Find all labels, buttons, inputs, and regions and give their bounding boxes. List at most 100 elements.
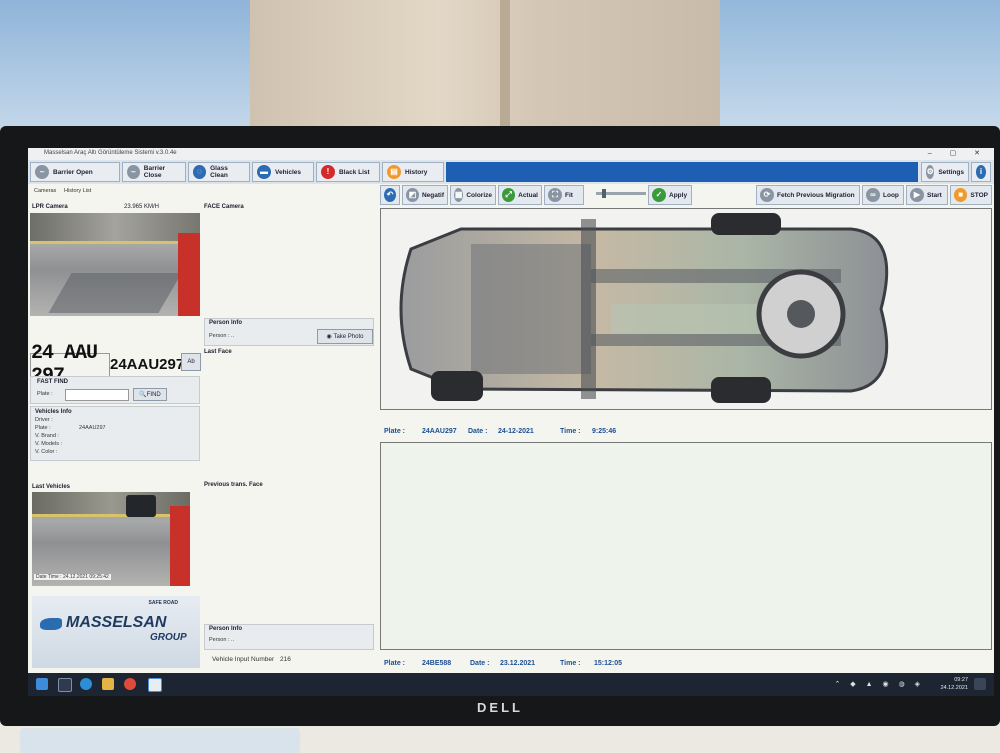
tab-history-list[interactable]: History List — [64, 188, 91, 194]
logo-tagline: SAFE ROAD — [148, 600, 178, 606]
barrier-close-button[interactable]: ⎯ Barrier Close — [122, 162, 186, 182]
file-explorer-icon[interactable] — [102, 678, 114, 690]
stop-label: STOP — [970, 191, 988, 199]
loop-button[interactable]: ∞ Loop — [862, 185, 904, 205]
task-view-icon[interactable] — [58, 678, 72, 692]
history-button[interactable]: ▤ History — [382, 162, 444, 182]
main-toolbar: ⎯ Barrier Open ⎯ Barrier Close ◌ Glass C… — [28, 160, 994, 184]
edge-browser-icon[interactable] — [80, 678, 92, 690]
take-photo-button[interactable]: ◉ Take Photo — [317, 329, 373, 344]
negatif-button[interactable]: ◩ Negatif — [402, 185, 448, 205]
fit-label: Fit — [565, 191, 573, 199]
fast-find-plate-input[interactable] — [65, 389, 129, 401]
plate-crop-image: 24 AAU 297 — [30, 342, 110, 388]
vehicles-button[interactable]: ▬ Vehicles — [252, 162, 314, 182]
barrier-close-label: Barrier Close — [143, 165, 166, 179]
panther-logo-icon — [40, 618, 62, 630]
lpr-camera-feed — [30, 213, 200, 316]
negative-icon: ◩ — [406, 188, 419, 202]
undercarriage-scan-image[interactable] — [380, 208, 992, 410]
info-plate-value: 24AAU297 — [79, 425, 106, 431]
vehicle-info-title: Vehicles Info — [35, 409, 72, 415]
face-camera-title: FACE Camera — [204, 204, 244, 210]
actual-label: Actual — [518, 191, 538, 199]
taskbar-clock[interactable]: 09:27 24.12.2021 — [940, 676, 968, 692]
window-sky-left — [0, 0, 250, 135]
previous-time-value: 15:12:05 — [594, 660, 623, 667]
previous-date-value: 23.12.2021 — [500, 660, 536, 667]
slider-handle[interactable] — [602, 189, 606, 198]
person-info-panel-2: Person Info Person : .. — [204, 624, 374, 650]
window-title: Masselsan Araç Altı Görüntüleme Sistemi … — [44, 150, 177, 156]
app-taskbar-icon[interactable] — [148, 678, 162, 692]
company-logo: SAFE ROAD MASSELSAN GROUP — [32, 596, 200, 668]
brightness-slider[interactable] — [596, 189, 646, 198]
chrome-icon[interactable] — [124, 678, 136, 690]
stop-icon: ■ — [954, 188, 968, 202]
camera-icon: ◉ — [326, 334, 332, 340]
info-button[interactable]: i — [971, 162, 991, 182]
apply-button[interactable]: ✓ Apply — [648, 185, 692, 205]
person-info-title: Person Info — [209, 320, 243, 326]
glass-clean-label: Glass Clean — [210, 165, 228, 179]
windows-taskbar: ⌃ ◆ ▲ ◉ ◍ ◈ 09:27 24.12.2021 — [28, 673, 994, 696]
window-controls[interactable]: – ▢ ✕ — [928, 149, 988, 157]
fetch-previous-migration-button[interactable]: ⟳ Fetch Previous Migration — [756, 185, 860, 205]
black-list-button[interactable]: ! Black List — [316, 162, 380, 182]
barrier-open-button[interactable]: ⎯ Barrier Open — [30, 162, 120, 182]
colorize-button[interactable]: ▦ Colorize — [450, 185, 496, 205]
start-menu-icon[interactable] — [36, 678, 48, 690]
plate-edit-button[interactable]: Ab — [181, 353, 201, 371]
current-scan-info: Plate : 24AAU297 Date : 24-12-2021 Time … — [384, 428, 984, 438]
notebook-on-desk — [20, 728, 300, 753]
clock-date: 24.12.2021 — [940, 685, 968, 691]
loop-label: Loop — [883, 191, 899, 199]
fast-find-title: FAST FIND — [37, 379, 68, 385]
start-button[interactable]: ▶ Start — [906, 185, 948, 205]
undercarriage-drawing — [399, 213, 889, 403]
info-row-plate: Plate :24AAU297 — [35, 425, 106, 431]
info-row-brand: V. Brand : — [35, 433, 59, 439]
find-label: FIND — [146, 391, 161, 398]
plate-read-text: 24AAU297 — [110, 356, 185, 373]
stop-button[interactable]: ■ STOP — [950, 185, 992, 205]
fast-find-plate-label: Plate : — [37, 391, 53, 397]
take-photo-label: Take Photo — [333, 333, 364, 340]
previous-scan-image[interactable] — [380, 442, 992, 650]
monitor-screen: Masselsan Araç Altı Görüntüleme Sistemi … — [28, 148, 994, 696]
negatif-label: Negatif — [421, 191, 444, 199]
notification-icon[interactable] — [974, 678, 986, 690]
toolbar-spacer — [446, 162, 918, 182]
glass-clean-button[interactable]: ◌ Glass Clean — [188, 162, 250, 182]
last-vehicle-image[interactable]: Date Time : 24.12.2021 09:25:42 — [32, 492, 190, 586]
last-vehicle-datetime: Date Time : 24.12.2021 09:25:42 — [34, 574, 111, 580]
info-icon: i — [976, 165, 986, 179]
logo-group: GROUP — [150, 632, 187, 643]
window-titlebar: Masselsan Araç Altı Görüntüleme Sistemi … — [28, 148, 994, 160]
fit-button[interactable]: ⛶ Fit — [544, 185, 584, 205]
current-date-label: Date : — [468, 428, 488, 435]
actual-size-icon: ⤢ — [502, 188, 516, 202]
vehicle-input-number: 216 — [279, 656, 291, 663]
previous-scan-info: Plate : 24BE588 Date : 23.12.2021 Time :… — [384, 660, 984, 670]
lpr-camera-title: LPR Camera — [32, 204, 68, 210]
palette-icon: ▦ — [454, 188, 464, 202]
apply-label: Apply — [669, 191, 688, 199]
fetch-previous-label: Fetch Previous Migration — [777, 191, 855, 199]
actual-button[interactable]: ⤢ Actual — [498, 185, 542, 205]
info-row-model: V. Models : — [35, 441, 63, 447]
tab-cameras[interactable]: Cameras — [34, 188, 56, 194]
gear-icon: ⚙ — [926, 165, 935, 179]
vehicles-label: Vehicles — [275, 168, 302, 176]
barrier-closed-icon: ⎯ — [127, 165, 140, 179]
find-button[interactable]: 🔍 FIND — [133, 388, 167, 401]
face-panel: FACE Camera Person Info Person : .. ◉ Ta… — [204, 196, 376, 696]
system-tray-icons[interactable]: ⌃ ◆ ▲ ◉ ◍ ◈ — [835, 680, 925, 688]
settings-button[interactable]: ⚙ Settings — [921, 162, 969, 182]
previous-date-label: Date : — [470, 660, 490, 667]
refresh-icon: ⟳ — [760, 188, 774, 202]
undo-button[interactable]: ↶ — [380, 185, 400, 205]
info-row-color: V. Color : — [35, 449, 58, 455]
colorize-label: Colorize — [466, 191, 492, 199]
previous-plate-value: 24BE588 — [422, 660, 452, 667]
